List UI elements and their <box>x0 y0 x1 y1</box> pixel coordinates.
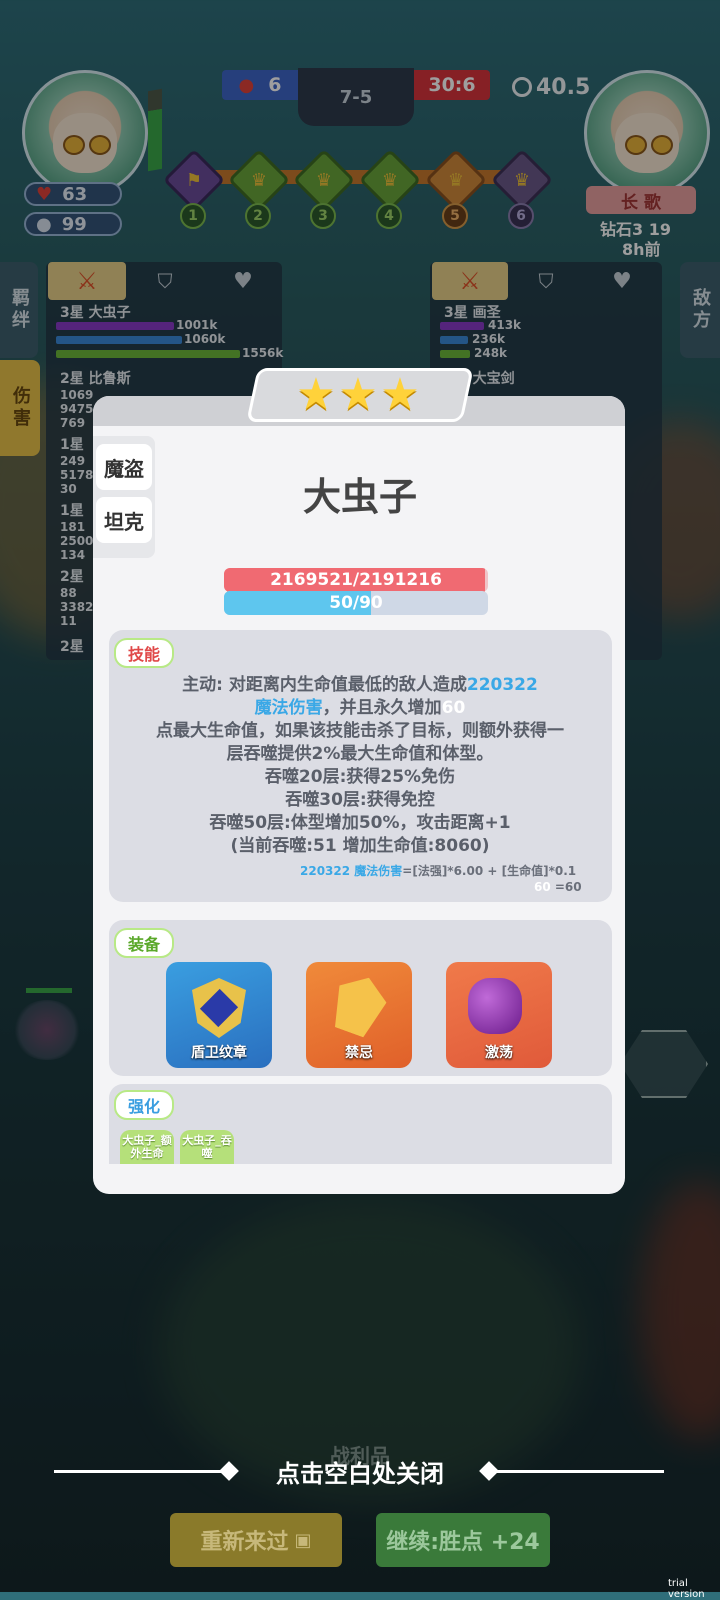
hp-gain-number: 60 <box>441 698 466 718</box>
damage-number: 220322 <box>466 675 538 695</box>
trait-tag[interactable]: 魔盗 <box>96 444 152 490</box>
equipment-label: 盾卫纹章 <box>191 1045 247 1061</box>
damage-type: 魔法伤害 <box>254 698 323 718</box>
star-icon: ★ <box>380 369 420 420</box>
mana-text: 50/90 <box>329 593 383 613</box>
equipment-item-surge[interactable]: 激荡 <box>446 962 552 1068</box>
continue-button[interactable]: 继续:胜点 +24 <box>376 1513 550 1567</box>
equipment-item-shield-emblem[interactable]: 盾卫纹章 <box>166 962 272 1068</box>
star-icon: ★ <box>338 369 378 420</box>
skill-line: 点最大生命值，如果该技能击杀了目标，则额外获得一 <box>156 721 564 741</box>
equipment-label: 禁忌 <box>345 1045 373 1061</box>
skill-line: 主动: 对距离内生命值最低的敌人造成220322 <box>182 675 538 695</box>
enhance-section-title: 强化 <box>114 1090 175 1120</box>
hp-text: 2169521/2191216 <box>270 570 442 590</box>
loot-label: 战利品 <box>330 1444 390 1468</box>
enhancement-chip[interactable]: 大虫子_吞噬 <box>180 1130 234 1164</box>
unit-name: 大虫子 <box>302 475 417 519</box>
skill-section-title: 技能 <box>114 638 175 668</box>
skill-line: 魔法伤害，并且永久增加60 <box>254 698 466 718</box>
skill-line: (当前吞噬:51 增加生命值:8060) <box>230 836 490 856</box>
skill-line: 吞噬20层:获得25%免伤 <box>264 767 456 787</box>
orb-icon <box>468 978 522 1034</box>
film-icon: ▣ <box>294 1529 312 1551</box>
skill-line: 吞噬50层:体型增加50%，攻击距离+1 <box>209 813 511 833</box>
mana-bar: 50/90 <box>224 591 488 615</box>
equipment-item-forbidden[interactable]: 禁忌 <box>306 962 412 1068</box>
trait-tag[interactable]: 坦克 <box>96 497 152 543</box>
enhancement-chip[interactable]: 大虫子_额外生命 <box>120 1130 174 1164</box>
retry-button-label: 重新来过 <box>200 1530 289 1555</box>
crystal-icon <box>326 969 393 1041</box>
equipment-label: 激荡 <box>485 1045 513 1061</box>
retry-button[interactable]: 重新来过 ▣ <box>170 1513 342 1567</box>
star-icon: ★ <box>296 369 336 420</box>
watermark: trial version <box>668 1578 705 1600</box>
divider-left <box>54 1470 224 1473</box>
skill-line: 吞噬30层:获得免控 <box>285 790 435 810</box>
skill-line: 层吞噬提供2%最大生命值和体型。 <box>226 744 494 764</box>
divider-right <box>494 1470 664 1473</box>
skill-description: 主动: 对距离内生命值最低的敌人造成220322 魔法伤害，并且永久增加60 点… <box>115 674 605 858</box>
continue-button-label: 继续:胜点 +24 <box>386 1530 540 1555</box>
equipment-section-title: 装备 <box>114 928 175 958</box>
skill-formula: 220322 魔法伤害=[法强]*6.00 + [生命值]*0.1 <box>300 864 577 878</box>
hp-bar: 2169521/2191216 <box>224 568 488 592</box>
skill-formula: 60 =60 <box>534 880 582 894</box>
